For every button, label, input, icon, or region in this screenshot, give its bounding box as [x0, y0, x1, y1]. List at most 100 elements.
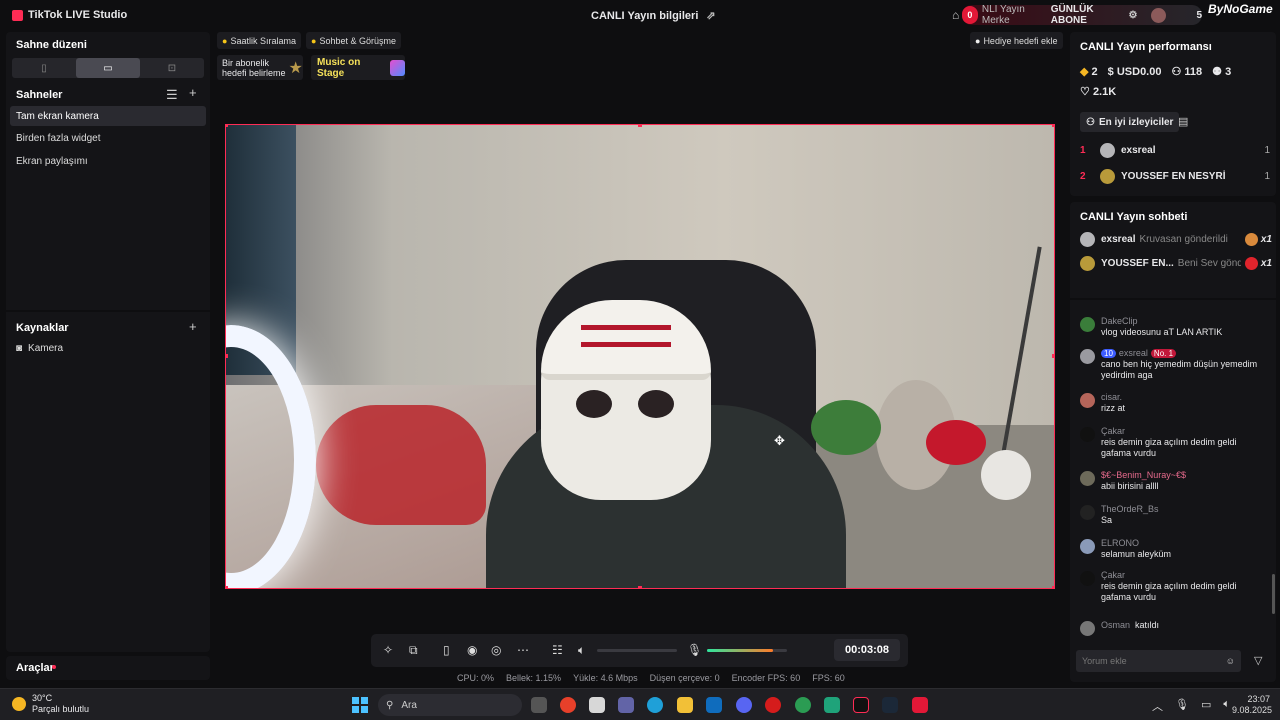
home-icon[interactable]: ⌂	[952, 8, 959, 22]
date: 9.08.2025	[1232, 705, 1273, 715]
hourly-ranking-chip[interactable]: ● Saatlik Sıralama	[217, 32, 301, 49]
magic-wand-icon[interactable]: ✧	[383, 643, 393, 657]
scene-item[interactable]: Birden fazla widget	[10, 128, 206, 148]
gift-sender: YOUSSEF EN...	[1101, 258, 1174, 269]
camera-preview[interactable]: ✥	[225, 124, 1055, 589]
layout-toggle[interactable]: ▯ ▭ ⊡	[12, 58, 204, 78]
landscape-layout-button[interactable]: ▭	[76, 58, 140, 78]
volume-icon[interactable]: 🔈︎	[1223, 698, 1230, 714]
teams-icon[interactable]	[618, 697, 634, 713]
more-icon[interactable]: ⋯	[517, 643, 529, 657]
top-viewer-row[interactable]: 2 YOUSSEF EN NESYRİ 1	[1080, 167, 1270, 185]
music-on-stage-widget[interactable]: Music on Stage	[311, 55, 405, 80]
gift-sender: exsreal	[1101, 234, 1136, 245]
performance-card: CANLI Yayın performansı ◆ 2 $ USD0.00 ⚇ …	[1070, 32, 1276, 196]
sliders-icon[interactable]: ☷	[552, 643, 563, 657]
scene-item[interactable]: Ekran paylaşımı	[10, 151, 206, 171]
tiktok-logo-icon	[12, 9, 23, 21]
search-icon: ⚲	[386, 699, 394, 711]
chat-message[interactable]: cisar. rizz at	[1080, 392, 1266, 414]
resize-handle[interactable]	[638, 125, 642, 127]
chat-message[interactable]: ELRONO selamun aleyküm	[1080, 538, 1266, 560]
taskbar-search[interactable]: ⚲ Ara	[378, 694, 522, 716]
steam-icon[interactable]	[882, 697, 898, 713]
phone-icon[interactable]: ▯	[443, 643, 450, 657]
viewer-name: exsreal	[1121, 144, 1156, 156]
encoder-fps-stat: Encoder FPS: 60	[731, 673, 801, 683]
chat-message[interactable]: Çakar reis demin giza açılım dedim geldi…	[1080, 570, 1266, 603]
weather-widget[interactable]: 30°C Parçalı bulutlu	[12, 693, 89, 715]
comment-input[interactable]: Yorum ekle ☺	[1076, 650, 1241, 672]
resize-handle[interactable]	[1052, 586, 1054, 588]
chat-message[interactable]: $€~Benim_Nuray~€$ abii birisini allll	[1080, 470, 1266, 492]
scene-label: Ekran paylaşımı	[16, 155, 88, 167]
beanie-logo	[581, 325, 671, 347]
add-source-overlay-icon[interactable]: ⧉	[409, 643, 418, 658]
resize-handle[interactable]	[226, 125, 228, 127]
chat-author: DakeClip	[1101, 316, 1138, 326]
opera-icon[interactable]	[765, 697, 781, 713]
chrome-icon[interactable]	[560, 697, 576, 713]
stats-bar: CPU: 0% Bellek: 1.15% Yükle: 4.6 Mbps Dü…	[457, 673, 845, 683]
add-source-icon[interactable]: +	[189, 319, 197, 334]
chat-message[interactable]: DakeClip vlog videosunu aT LAN ARTIK	[1080, 316, 1266, 338]
list-icon[interactable]: ☰	[166, 87, 178, 103]
store-icon[interactable]	[589, 697, 605, 713]
chat-message[interactable]: TheOrdeR_Bs Sa	[1080, 504, 1266, 526]
mic-level-meter[interactable]	[707, 649, 787, 652]
app-icon[interactable]	[824, 697, 840, 713]
camera-settings-icon[interactable]: ◎	[491, 643, 501, 657]
comment-placeholder: Yorum ekle	[1082, 656, 1127, 666]
resize-handle[interactable]	[638, 586, 642, 588]
chat-call-chip[interactable]: ● Sohbet & Görüşme	[306, 32, 401, 49]
banner-goal: GÜNLÜK ABONE	[1050, 4, 1094, 26]
resize-handle[interactable]	[1052, 354, 1054, 358]
chevron-up-icon[interactable]: ︿	[1152, 698, 1163, 714]
monitor-icon[interactable]: ▭	[1201, 698, 1211, 714]
source-item[interactable]: ◙ Kamera	[10, 338, 206, 358]
viewer-count: 1	[1264, 170, 1270, 182]
task-view-icon[interactable]	[531, 697, 547, 713]
viewers-icon: ⚇	[1171, 66, 1182, 78]
system-tray[interactable]: ︿ 🎙︎ ▭ 🔈︎	[1152, 698, 1230, 714]
add-gift-goal-button[interactable]: ● Hediye hedefi ekle	[970, 32, 1063, 49]
move-cursor-icon: ✥	[774, 433, 785, 448]
windows-start-icon[interactable]	[352, 697, 368, 713]
top-viewer-row[interactable]: 1 exsreal 1	[1080, 141, 1270, 159]
resize-handle[interactable]	[1052, 125, 1054, 127]
add-scene-icon[interactable]: +	[189, 85, 197, 100]
discord-icon[interactable]	[736, 697, 752, 713]
tiktok-studio-icon[interactable]	[853, 697, 869, 713]
chat-message[interactable]: 10 exsreal No. 1 cano ben hiç yemedim dü…	[1080, 348, 1266, 381]
file-explorer-icon[interactable]	[677, 697, 693, 713]
plush-white	[981, 450, 1031, 500]
clock[interactable]: 23:07 9.08.2025	[1232, 694, 1273, 716]
top-viewers-tab[interactable]: ⚇ En iyi izleyiciler	[1080, 112, 1180, 132]
banner-count: 0	[962, 6, 978, 24]
chat-message[interactable]: Çakar reis demin giza açılım dedim geldi…	[1080, 426, 1266, 459]
microphone-icon[interactable]: 🎙︎	[687, 643, 702, 657]
tools-panel[interactable]: Araçlar	[6, 656, 210, 680]
scene-item[interactable]: Tam ekran kamera	[10, 106, 206, 126]
live-info-button[interactable]: CANLI Yayın bilgileri ⇗	[591, 9, 716, 23]
emoji-icon[interactable]: ☺	[1226, 656, 1235, 666]
portrait-layout-button[interactable]: ▯	[12, 58, 76, 78]
edge-icon[interactable]	[647, 697, 663, 713]
resize-handle[interactable]	[226, 586, 228, 588]
resize-handle[interactable]	[226, 354, 228, 358]
clipboard-icon[interactable]: ▤	[1178, 115, 1188, 128]
tablet-layout-button[interactable]: ⊡	[140, 58, 204, 78]
send-icon[interactable]: ▽	[1254, 654, 1262, 667]
record-icon[interactable]: ◉	[467, 643, 477, 657]
outlook-icon[interactable]	[706, 697, 722, 713]
chat-scrollbar[interactable]	[1272, 574, 1275, 614]
video-app-icon[interactable]	[912, 697, 928, 713]
volume-slider[interactable]	[597, 649, 677, 652]
chrome-alt-icon[interactable]	[795, 697, 811, 713]
subscription-goal-widget[interactable]: Bir abonelik hedefi belirleme ★	[217, 55, 303, 80]
mask-eye	[638, 390, 674, 418]
chat-card: CANLI Yayın sohbeti exsreal Kruvasan gön…	[1070, 202, 1276, 682]
speaker-icon[interactable]: 🔈︎	[578, 643, 585, 658]
time: 23:07	[1247, 694, 1270, 704]
microphone-tray-icon[interactable]: 🎙︎	[1175, 698, 1189, 714]
